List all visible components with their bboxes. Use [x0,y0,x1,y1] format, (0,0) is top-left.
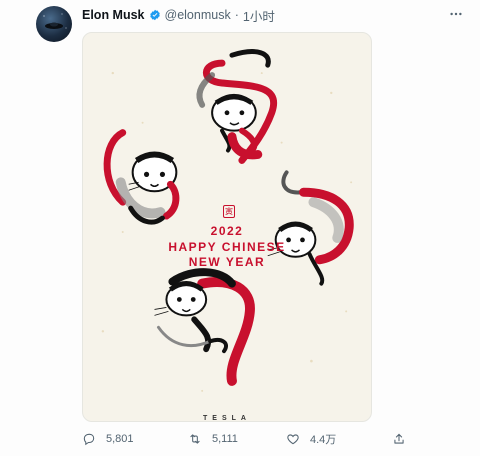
reply-button[interactable]: 5,801 [82,432,134,446]
share-icon [392,432,406,446]
separator-dot: · [234,8,239,22]
reply-count: 5,801 [106,433,134,445]
retweet-icon [188,432,202,446]
display-name[interactable]: Elon Musk [82,8,145,22]
poster-greeting-line2: NEW YEAR [188,255,266,269]
tiger-top [196,49,277,164]
tiger-bottom [154,268,255,386]
tweet-media-image[interactable]: 寅 2022 HAPPY CHINESE NEW YEAR TESLA [82,32,372,422]
retweet-button[interactable]: 5,111 [188,432,238,446]
tweet-header: Elon Musk @elonmusk · 1小时 [82,6,275,24]
poster-greeting-line1: HAPPY CHINESE [168,240,286,254]
timestamp[interactable]: 1小时 [243,6,275,25]
verified-badge-icon [149,9,161,21]
like-count: 4.4万 [310,434,337,446]
handle[interactable]: @elonmusk [165,8,231,22]
seal-stamp: 寅 [223,205,235,218]
tweet-actions-bar: 5,801 5,111 4.4万 [82,430,412,448]
brand-logo-text: TESLA [203,415,251,422]
heart-icon [286,432,300,446]
like-button[interactable]: 4.4万 [286,431,336,447]
retweet-count: 5,111 [212,433,238,445]
more-options-icon[interactable] [448,6,464,22]
share-button[interactable] [392,432,406,446]
tweet: Elon Musk @elonmusk · 1小时 寅 2022 HAPPY C… [0,0,480,456]
avatar[interactable] [36,6,72,42]
poster-year: 2022 [210,224,244,238]
tiger-left [103,129,180,225]
reply-icon [82,432,96,446]
